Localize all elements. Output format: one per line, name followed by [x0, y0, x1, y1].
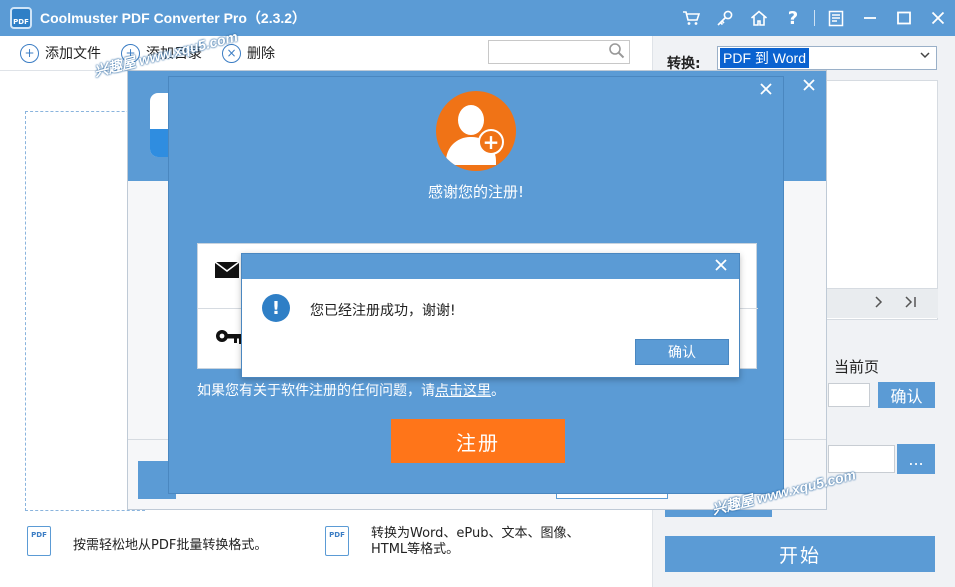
- cart-icon[interactable]: [674, 0, 708, 36]
- message-ok-label: 确认: [668, 345, 696, 361]
- feature-batch: PDF 按需轻松地从PDF批量转换格式。: [27, 526, 267, 556]
- add-user-icon: +: [436, 91, 516, 171]
- page-range-input[interactable]: [828, 383, 870, 407]
- next-page-icon[interactable]: [874, 295, 884, 312]
- last-page-icon[interactable]: [904, 295, 918, 312]
- register-close-icon[interactable]: [755, 79, 777, 100]
- message-ok-button[interactable]: 确认: [635, 339, 729, 365]
- add-file-button[interactable]: + 添加文件: [20, 43, 101, 63]
- info-icon: !: [262, 294, 290, 322]
- current-page-label: 当前页: [834, 358, 880, 376]
- window-title: Coolmuster PDF Converter Pro（2.3.2）: [40, 10, 307, 26]
- message-text: 您已经注册成功，谢谢!: [310, 303, 456, 319]
- title-separator: [814, 10, 815, 26]
- add-file-icon: +: [20, 43, 39, 63]
- register-thanks-text: 感谢您的注册!: [427, 183, 524, 201]
- home-icon[interactable]: [742, 0, 776, 36]
- title-bar-controls: ?: [674, 0, 955, 36]
- pdf-convert-icon: PDF: [325, 526, 349, 556]
- feature-formats-line1: 转换为Word、ePub、文本、图像、: [371, 526, 580, 541]
- pdf-document-icon: PDF: [27, 526, 51, 556]
- email-icon: [214, 260, 240, 286]
- register-help-text: 如果您有关于软件注册的任何问题，请点击这里。: [197, 380, 505, 400]
- message-box-header: [242, 254, 739, 279]
- help-icon[interactable]: ?: [776, 0, 810, 36]
- browse-label: ...: [908, 449, 924, 469]
- success-message-box: ! 您已经注册成功，谢谢! 确认: [241, 253, 740, 378]
- key-icon: [214, 325, 244, 353]
- feature-formats-line2: HTML等格式。: [371, 542, 460, 557]
- search-icon[interactable]: [608, 42, 625, 63]
- register-submit-label: 注册: [456, 430, 500, 455]
- confirm-page-button[interactable]: 确认: [878, 382, 935, 408]
- register-submit-button[interactable]: 注册: [391, 419, 565, 463]
- confirm-page-label: 确认: [890, 387, 923, 406]
- key-icon[interactable]: [708, 0, 742, 36]
- browse-button[interactable]: ...: [897, 444, 935, 474]
- start-button[interactable]: 开始: [665, 536, 935, 572]
- start-label: 开始: [778, 544, 821, 567]
- search-input[interactable]: [488, 40, 630, 64]
- add-file-label: 添加文件: [45, 46, 101, 62]
- minimize-icon[interactable]: [853, 0, 887, 36]
- message-close-icon[interactable]: [711, 256, 731, 275]
- convert-format-value: PDF 到 Word: [720, 48, 809, 68]
- close-icon[interactable]: [921, 0, 955, 36]
- register-icon[interactable]: [819, 0, 853, 36]
- title-bar: PDF Coolmuster PDF Converter Pro（2.3.2） …: [0, 0, 955, 36]
- help-suffix: 。: [491, 383, 505, 399]
- app-logo-icon: PDF: [10, 7, 32, 29]
- register-info-close-icon[interactable]: [798, 75, 820, 96]
- delete-label: 删除: [247, 46, 275, 62]
- chevron-down-icon: [919, 49, 931, 64]
- feature-formats: PDF 转换为Word、ePub、文本、图像、 HTML等格式。: [325, 526, 580, 558]
- convert-format-select[interactable]: PDF 到 Word: [717, 46, 937, 70]
- help-prefix: 如果您有关于软件注册的任何问题，请: [197, 383, 435, 399]
- maximize-icon[interactable]: [887, 0, 921, 36]
- feature-batch-text: 按需轻松地从PDF批量转换格式。: [73, 538, 268, 553]
- help-link[interactable]: 点击这里: [435, 383, 491, 399]
